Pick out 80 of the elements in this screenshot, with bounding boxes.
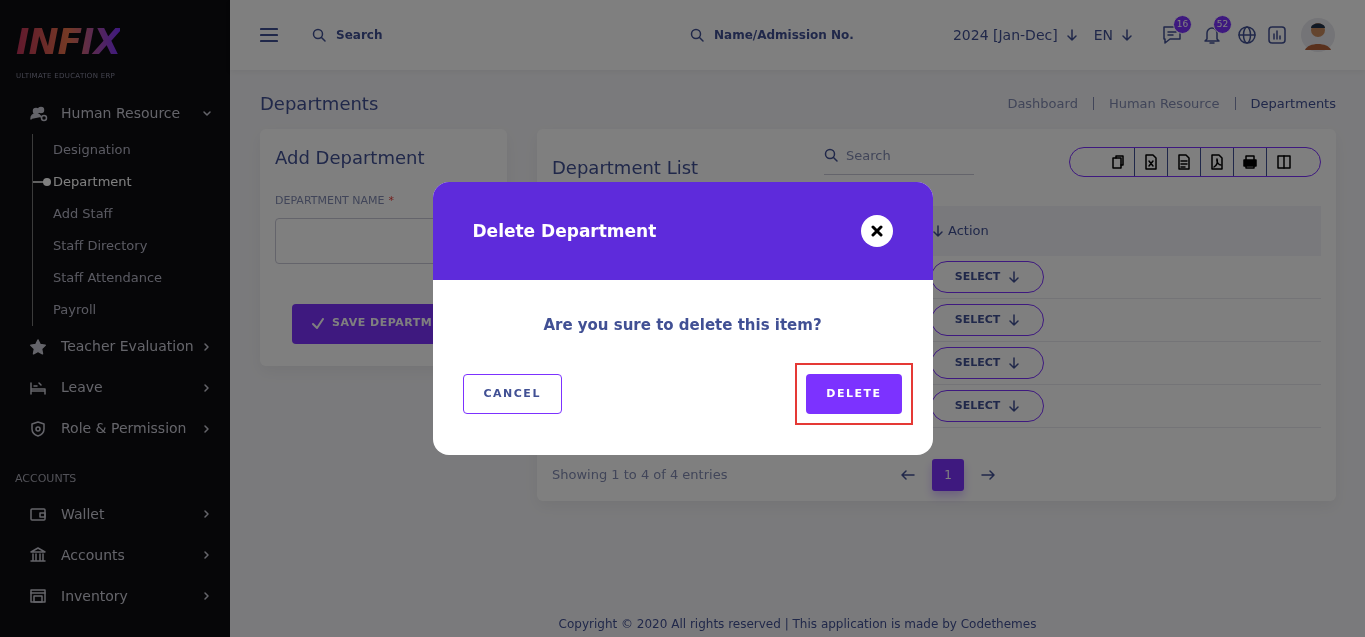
avatar[interactable] xyxy=(1301,16,1335,54)
close-button[interactable] xyxy=(860,215,893,248)
cancel-button[interactable]: CANCEL xyxy=(462,373,562,414)
select-button[interactable]: SELECT xyxy=(931,261,1044,293)
field-label: DEPARTMENT NAME xyxy=(275,193,385,209)
shield-icon xyxy=(28,419,48,438)
footer-text: Copyright © 2020 All rights reserved | This application is made by Codethemes xyxy=(557,616,1038,633)
language-dropdown[interactable]: EN xyxy=(1093,24,1133,46)
submenu-item[interactable]: Designation xyxy=(33,134,230,166)
submenu-item[interactable]: Payroll xyxy=(33,294,230,326)
sidebar-item[interactable]: Role & Permission xyxy=(0,408,230,449)
arrow-left-icon[interactable] xyxy=(901,469,915,481)
submenu-item[interactable]: Staff Directory xyxy=(33,230,230,262)
chevron-right-icon xyxy=(202,509,212,519)
count-badge: 16 xyxy=(1173,15,1192,34)
page-title: Departments xyxy=(260,92,379,116)
sidebar-item[interactable]: Teacher Evaluation xyxy=(0,326,230,367)
columns-icon[interactable] xyxy=(1275,154,1292,170)
arrow-down-icon xyxy=(1121,28,1133,42)
modal-title: Delete Department xyxy=(472,219,657,243)
inventory-icon xyxy=(28,587,48,605)
sidebar-item[interactable]: Inventory xyxy=(0,575,230,617)
excel-icon[interactable] xyxy=(1143,154,1159,170)
sidebar-item[interactable]: Wallet xyxy=(0,493,230,535)
arrow-down-icon xyxy=(1008,399,1021,413)
entries-info: Showing 1 to 4 of 4 entries xyxy=(552,466,729,485)
document-icon[interactable] xyxy=(1176,154,1192,170)
card-title: Department List xyxy=(552,156,700,180)
card-title: Add Department xyxy=(275,146,426,170)
close-icon xyxy=(870,225,883,238)
search-icon xyxy=(824,148,838,162)
sidebar-item[interactable]: Human Resource xyxy=(0,93,230,134)
arrow-down-icon xyxy=(1008,356,1021,370)
search-icon xyxy=(690,28,704,42)
users-gear-icon xyxy=(28,104,48,123)
select-button[interactable]: SELECT xyxy=(931,304,1044,336)
print-icon[interactable] xyxy=(1242,154,1258,170)
chevron-right-icon xyxy=(202,550,212,560)
bullet-icon xyxy=(33,177,53,187)
submenu-item[interactable]: Add Staff xyxy=(33,198,230,230)
pdf-icon[interactable] xyxy=(1209,154,1225,170)
chevron-right-icon xyxy=(202,341,212,352)
breadcrumb-link[interactable]: Departments xyxy=(1250,93,1336,114)
column-header: Action xyxy=(948,222,989,241)
chevron-right-icon xyxy=(202,423,212,434)
arrow-down-icon xyxy=(1065,28,1078,42)
count-badge: 52 xyxy=(1213,15,1232,34)
arrow-down-icon xyxy=(1008,313,1021,327)
search-field[interactable]: Search xyxy=(824,142,974,175)
arrow-right-icon[interactable] xyxy=(981,469,995,481)
globe-icon[interactable] xyxy=(1237,25,1257,45)
star-icon xyxy=(28,337,48,356)
check-icon xyxy=(312,317,324,330)
chevron-right-icon xyxy=(202,382,212,393)
page-button[interactable]: 1 xyxy=(932,459,964,491)
modal-message: Are you sure to delete this item? xyxy=(542,315,823,337)
copy-icon[interactable] xyxy=(1110,154,1126,170)
search-field[interactable]: Search xyxy=(334,25,484,45)
arrow-down-icon xyxy=(1008,270,1021,284)
chevron-down-icon xyxy=(202,108,212,119)
search-icon xyxy=(312,28,326,42)
sort-icon xyxy=(932,224,944,238)
search-field[interactable]: Name/Admission No. xyxy=(712,25,882,45)
sidebar-item[interactable]: Leave xyxy=(0,367,230,408)
required-mark: * xyxy=(388,193,395,209)
submenu-item[interactable]: Staff Attendance xyxy=(33,262,230,294)
select-button[interactable]: SELECT xyxy=(931,390,1044,422)
submenu-item[interactable]: Department xyxy=(33,166,230,198)
breadcrumb-link[interactable]: Dashboard xyxy=(1007,93,1078,114)
session-dropdown[interactable]: 2024 [Jan-Dec] xyxy=(952,24,1078,46)
breadcrumb-link[interactable]: Human Resource xyxy=(1108,93,1220,114)
chevron-right-icon xyxy=(202,591,212,601)
sidebar-item[interactable]: Accounts xyxy=(0,534,230,576)
delete-button[interactable]: DELETE xyxy=(806,373,902,414)
menu-icon[interactable] xyxy=(260,27,278,43)
wallet-icon xyxy=(28,505,48,523)
chart-icon[interactable] xyxy=(1267,25,1287,45)
bank-icon xyxy=(28,546,48,564)
select-button[interactable]: SELECT xyxy=(931,347,1044,379)
section-heading: ACCOUNTS xyxy=(14,471,78,487)
